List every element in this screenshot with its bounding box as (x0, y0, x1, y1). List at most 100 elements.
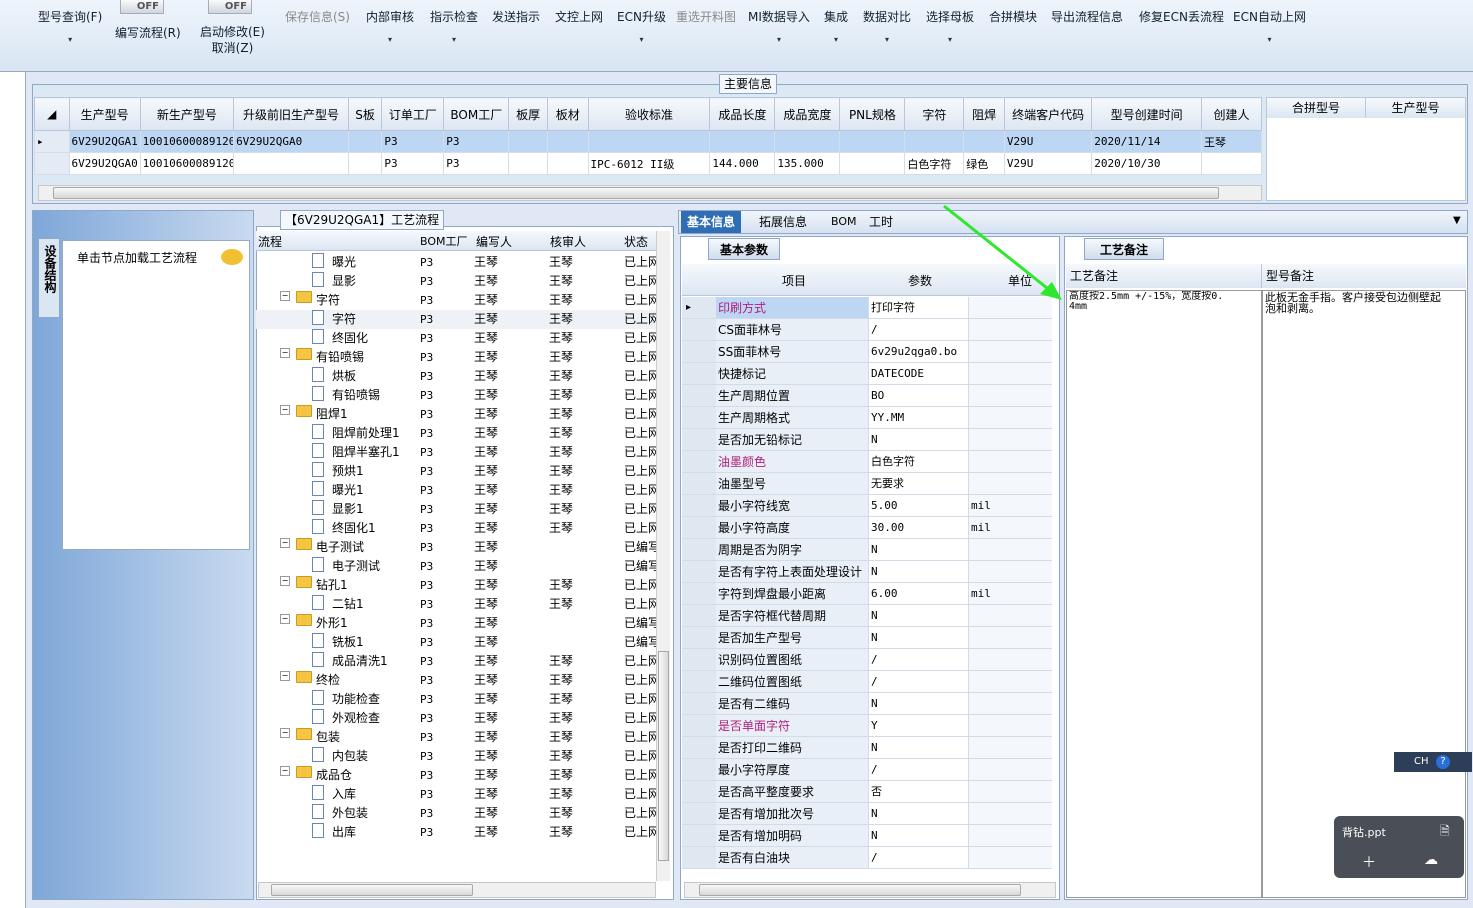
main-col-header[interactable]: 新生产型号 (139, 97, 235, 131)
row-indicator[interactable] (682, 737, 716, 759)
table-cell[interactable]: IPC-6012 II级 (587, 152, 711, 175)
row-indicator[interactable] (682, 627, 716, 649)
flow-tree-row[interactable]: 曝光1 P3 王琴 王琴 已上网 (256, 481, 656, 500)
param-value[interactable]: N (868, 429, 968, 451)
toggle-switch-1[interactable]: OFF (120, 0, 164, 14)
ecn-upgrade-button[interactable]: ECN升级 ▾ (617, 8, 666, 44)
table-cell[interactable]: 王琴 (1200, 130, 1263, 153)
table-cell[interactable]: 10010600089120 (139, 130, 235, 153)
flow-tree-row[interactable]: 显影 P3 王琴 王琴 已上网 (256, 272, 656, 291)
flow-tree-row[interactable]: 功能检查 P3 王琴 王琴 已上网 (256, 690, 656, 709)
export-flow-info-button[interactable]: 导出流程信息 (1051, 8, 1123, 25)
row-indicator[interactable] (682, 407, 716, 429)
save-file-icon[interactable]: 🗎 (1440, 822, 1450, 843)
table-cell[interactable] (774, 130, 841, 153)
row-indicator[interactable] (682, 671, 716, 693)
param-row[interactable]: 是否打印二维码 N (682, 737, 1056, 759)
main-col-header[interactable]: 板材 (546, 97, 589, 131)
flow-tree-row[interactable]: − 字符 P3 王琴 王琴 已上网 (256, 291, 656, 310)
param-row[interactable]: 是否字符框代替周期 N (682, 605, 1056, 627)
flow-tree-row[interactable]: 电子测试 P3 王琴 已编写 (256, 557, 656, 576)
table-cell[interactable] (546, 152, 589, 175)
flow-tree-row[interactable]: 显影1 P3 王琴 王琴 已上网 (256, 500, 656, 519)
param-row[interactable]: 油墨型号 无要求 (682, 473, 1056, 495)
param-row[interactable]: SS面菲林号 6v29u2qga0.bo (682, 341, 1056, 363)
row-indicator[interactable] (682, 561, 716, 583)
flow-tree-row[interactable]: 阻焊前处理1 P3 王琴 王琴 已上网 (256, 424, 656, 443)
row-indicator[interactable] (682, 451, 716, 473)
row-indicator[interactable] (682, 473, 716, 495)
reselect-cutting-chart-button[interactable]: 重选开料图 (676, 8, 736, 25)
param-row[interactable]: 二维码位置图纸 / (682, 671, 1056, 693)
flow-tree-row[interactable]: − 包装 P3 王琴 王琴 已上网 (256, 728, 656, 747)
flow-tree-row[interactable]: 曝光 P3 王琴 王琴 已上网 (256, 253, 656, 272)
row-indicator[interactable] (682, 319, 716, 341)
table-cell[interactable]: P3 (443, 152, 510, 175)
param-value[interactable]: N (868, 693, 968, 715)
table-cell[interactable]: 白色字符 (904, 152, 965, 175)
param-value[interactable]: N (868, 539, 968, 561)
row-indicator[interactable] (682, 781, 716, 803)
tab-basic-info[interactable]: 基本信息 (681, 211, 742, 233)
param-value[interactable]: / (868, 649, 968, 671)
send-instruction-button[interactable]: 发送指示 (492, 8, 540, 25)
merge-module-button[interactable]: 合拼模块 (989, 8, 1037, 25)
param-value[interactable]: N (868, 825, 968, 847)
flow-tree-row[interactable]: − 电子测试 P3 王琴 已编写 (256, 538, 656, 557)
row-indicator[interactable] (682, 363, 716, 385)
main-col-header[interactable]: 创建人 (1200, 97, 1263, 131)
table-cell[interactable]: 10010600089120 (139, 152, 235, 175)
param-row[interactable]: 是否加无铅标记 N (682, 429, 1056, 451)
param-row[interactable]: 字符到焊盘最小距离 6.00 mil (682, 583, 1056, 605)
flow-tree-row[interactable]: 预烘1 P3 王琴 王琴 已上网 (256, 462, 656, 481)
flow-tree-row[interactable]: 终固化 P3 王琴 王琴 已上网 (256, 329, 656, 348)
row-indicator[interactable] (682, 759, 716, 781)
param-row[interactable]: 生产周期格式 YY.MM (682, 407, 1056, 429)
integrate-button[interactable]: 集成 ▾ (824, 8, 848, 44)
model-notes-text[interactable]: 此板无金手指。客户接受包边侧壁起泡和剥离。 (1262, 290, 1466, 898)
param-row[interactable]: 最小字符厚度 / (682, 759, 1056, 781)
param-value[interactable]: / (868, 319, 968, 341)
flow-tree-row[interactable]: 字符 P3 王琴 王琴 已上网 (256, 310, 656, 329)
flow-tree-row[interactable]: 二钻1 P3 王琴 王琴 已上网 (256, 595, 656, 614)
flow-tree-row[interactable]: 阻焊半塞孔1 P3 王琴 王琴 已上网 (256, 443, 656, 462)
main-col-header[interactable]: 字符 (904, 97, 965, 131)
param-value[interactable]: Y (868, 715, 968, 737)
ecn-auto-online-button[interactable]: ECN自动上网 ▾ (1233, 8, 1306, 44)
row-indicator[interactable] (682, 341, 716, 363)
table-cell[interactable] (546, 130, 589, 153)
table-cell[interactable]: 144.000 (709, 152, 776, 175)
param-row[interactable]: 是否高平整度要求否 (682, 781, 1056, 803)
param-value[interactable]: 无要求 (868, 473, 968, 495)
tab-extended-info[interactable]: 拓展信息 (753, 211, 813, 233)
row-indicator[interactable] (682, 385, 716, 407)
param-value[interactable]: N (868, 605, 968, 627)
main-horizontal-scrollbar[interactable] (38, 185, 1262, 201)
internal-review-button[interactable]: 内部审核 ▾ (366, 8, 414, 44)
flow-tree-row[interactable]: − 成品仓 P3 王琴 王琴 已上网 (256, 766, 656, 785)
param-value[interactable]: 5.00 (868, 495, 968, 517)
main-col-header[interactable]: 板厚 (508, 97, 548, 131)
param-value[interactable]: / (868, 847, 968, 869)
flow-tree-row[interactable]: 出库 P3 王琴 王琴 已上网 (256, 823, 656, 842)
table-cell[interactable] (839, 152, 906, 175)
param-value[interactable]: 白色字符 (868, 451, 968, 473)
table-cell[interactable]: 6V29U2QGA1 (68, 130, 141, 153)
flow-tree-row[interactable]: 外观检查 P3 王琴 王琴 已上网 (256, 709, 656, 728)
param-row[interactable]: 周期是否为阴字 N (682, 539, 1056, 561)
row-indicator[interactable] (682, 429, 716, 451)
row-indicator[interactable] (682, 517, 716, 539)
param-value[interactable]: YY.MM (868, 407, 968, 429)
params-horizontal-scrollbar[interactable] (684, 882, 1056, 898)
row-indicator[interactable] (682, 715, 716, 737)
flow-tree[interactable]: 曝光 P3 王琴 王琴 已上网 显影 P3 王琴 王琴 已上网 − 字符 P3 王琴 王琴 已上网 字符 P3 王琴… (256, 253, 656, 881)
write-flow-button[interactable]: 编写流程(R) (115, 24, 181, 41)
main-col-header[interactable]: 成品宽度 (774, 97, 841, 131)
ime-indicator[interactable]: CH ? (1394, 752, 1472, 772)
tab-bom[interactable]: BOM (825, 211, 863, 233)
main-col-header[interactable]: 生产型号 (68, 97, 141, 131)
table-cell[interactable] (1200, 152, 1263, 175)
row-indicator[interactable]: ▸ (682, 297, 716, 319)
main-col-header[interactable]: 成品长度 (709, 97, 776, 131)
flow-vertical-scrollbar[interactable] (656, 231, 670, 881)
